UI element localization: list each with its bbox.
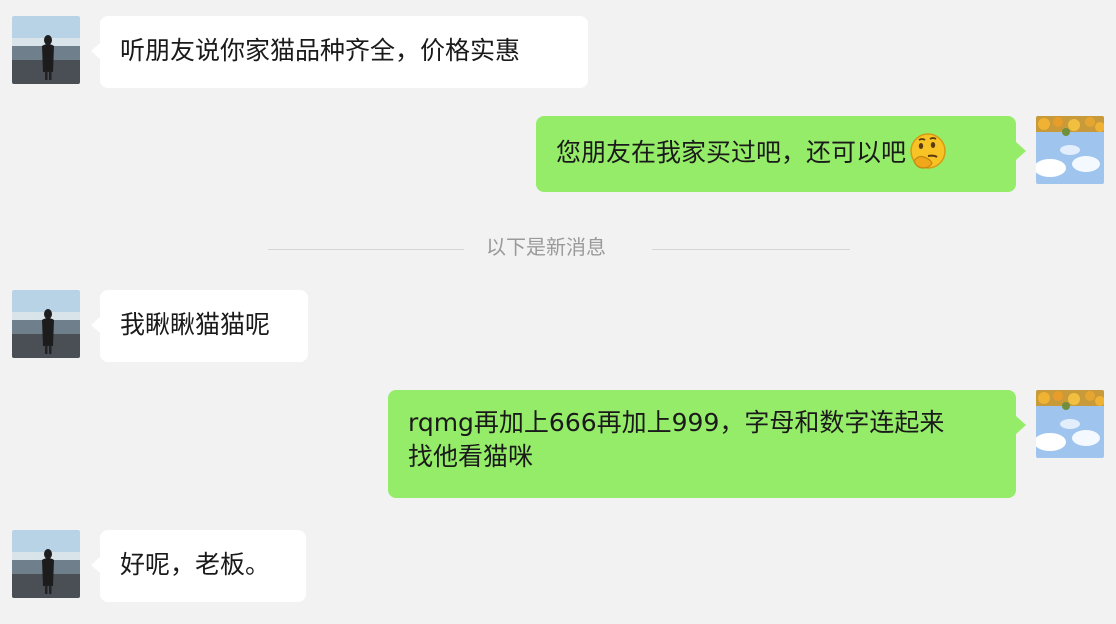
flowers-sky-avatar-icon[interactable] bbox=[1036, 116, 1104, 184]
message-text-line-1: rqmg再加上666再加上999，字母和数字连起来 bbox=[408, 408, 945, 437]
person-on-beach-avatar-icon[interactable] bbox=[12, 530, 80, 598]
message-bubble-incoming[interactable]: 我瞅瞅猫猫呢 bbox=[91, 290, 308, 362]
message-text: 您朋友在我家买过吧，还可以吧 bbox=[556, 138, 907, 167]
new-messages-divider: 以下是新消息 bbox=[0, 232, 1116, 262]
message-text: 我瞅瞅猫猫呢 bbox=[120, 310, 271, 339]
flowers-sky-avatar-icon[interactable] bbox=[1036, 390, 1104, 458]
divider-text: 以下是新消息 bbox=[486, 235, 606, 259]
message-text-line-2: 找他看猫咪 bbox=[408, 442, 534, 471]
thinking-face-icon bbox=[908, 131, 948, 171]
divider-line-right bbox=[652, 249, 850, 250]
divider-line-left bbox=[268, 249, 464, 250]
message-text: 好呢，老板。 bbox=[120, 550, 271, 579]
message-bubble-incoming[interactable]: 听朋友说你家猫品种齐全，价格实惠 bbox=[91, 16, 588, 88]
message-bubble-outgoing[interactable]: rqmg再加上666再加上999，字母和数字连起来 找他看猫咪 bbox=[388, 390, 1026, 498]
message-bubble-outgoing[interactable]: 您朋友在我家买过吧，还可以吧 bbox=[536, 116, 1026, 192]
person-on-beach-avatar-icon[interactable] bbox=[12, 16, 80, 84]
chat-area: 听朋友说你家猫品种齐全，价格实惠 您朋友在我家买过吧，还可以吧 以下是新消息 我… bbox=[0, 0, 1116, 624]
message-bubble-incoming[interactable]: 好呢，老板。 bbox=[91, 530, 306, 602]
message-text: 听朋友说你家猫品种齐全，价格实惠 bbox=[120, 36, 521, 65]
person-on-beach-avatar-icon[interactable] bbox=[12, 290, 80, 358]
